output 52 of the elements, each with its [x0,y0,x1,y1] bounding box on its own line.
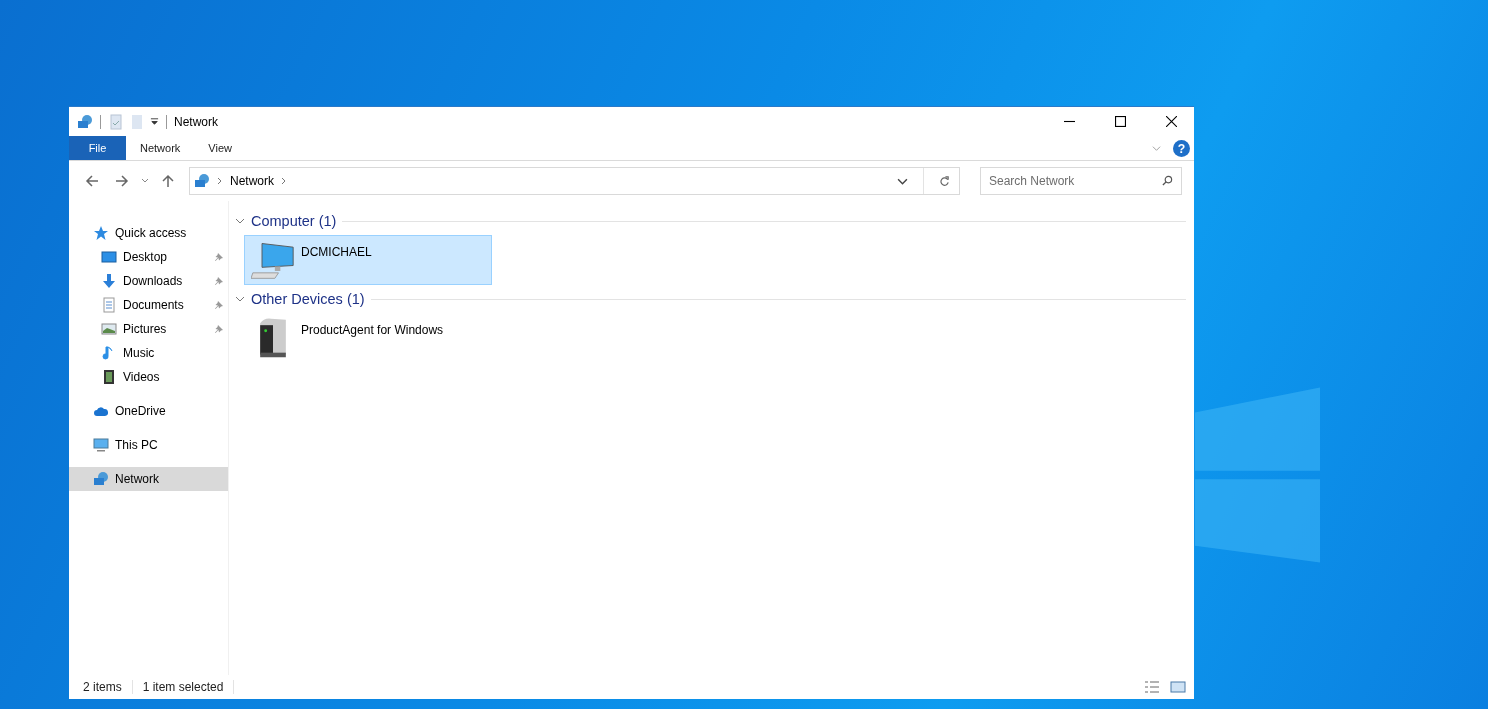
sidebar-item[interactable]: Videos [69,365,228,389]
group-header[interactable]: Other Devices (1) [251,291,365,307]
address-bar[interactable]: Network [189,167,960,195]
back-arrow-icon[interactable] [85,174,99,188]
window-title: Network [174,114,218,129]
help-icon[interactable]: ? [1173,139,1190,157]
pin-icon[interactable] [214,252,224,262]
status-text: 2 items [83,680,122,694]
picture-icon [101,321,117,337]
computer-item[interactable]: DCMICHAEL [244,235,492,285]
sidebar-item[interactable]: OneDrive [69,399,228,423]
refresh-icon[interactable] [939,175,950,187]
pin-icon[interactable] [214,324,224,334]
maximize-icon[interactable] [1114,116,1126,127]
dropdown-icon[interactable] [150,117,159,126]
sidebar-item[interactable]: Music [69,341,228,365]
video-icon [101,369,117,385]
network-icon [77,113,93,130]
ribbon-tab[interactable]: View [194,136,246,160]
ribbon-tab[interactable]: Network [126,136,195,160]
status-text: 1 item selected [142,680,224,694]
sidebar-item[interactable]: Desktop [69,245,228,269]
pin-icon[interactable] [214,276,224,286]
star-icon [93,225,109,241]
chevron-down-icon[interactable] [235,216,245,226]
chevron-right-icon[interactable] [216,177,224,185]
sidebar-item[interactable]: Downloads [69,269,228,293]
pc-icon [93,437,109,453]
search-field[interactable]: Search Network [980,167,1182,195]
up-arrow-icon[interactable] [161,174,175,188]
close-icon[interactable] [1165,116,1177,127]
sidebar-item[interactable]: Network [69,467,228,491]
ribbon-tab[interactable]: File [69,136,126,160]
network-icon [194,173,210,189]
recent-caret-icon[interactable] [141,177,149,185]
sidebar-item[interactable]: This PC [69,433,228,457]
sidebar-item[interactable]: Pictures [69,317,228,341]
search-icon [1162,175,1173,186]
device-item[interactable]: ProductAgent for Windows [244,313,492,363]
chevron-down-icon[interactable] [235,294,245,304]
chevron-right-icon[interactable] [280,177,288,185]
large-icons-view-icon[interactable] [1170,679,1186,695]
sidebar-item[interactable]: Quick access [69,221,228,245]
group-header[interactable]: Computer (1) [251,213,337,229]
pin-icon[interactable] [214,300,224,310]
breadcrumb[interactable]: Network [230,174,274,188]
network-icon [93,471,109,487]
download-icon [101,273,117,289]
document-icon [101,297,117,313]
sidebar-item[interactable]: Documents [69,293,228,317]
desktop-icon [101,249,117,265]
forward-arrow-icon[interactable] [115,174,129,188]
